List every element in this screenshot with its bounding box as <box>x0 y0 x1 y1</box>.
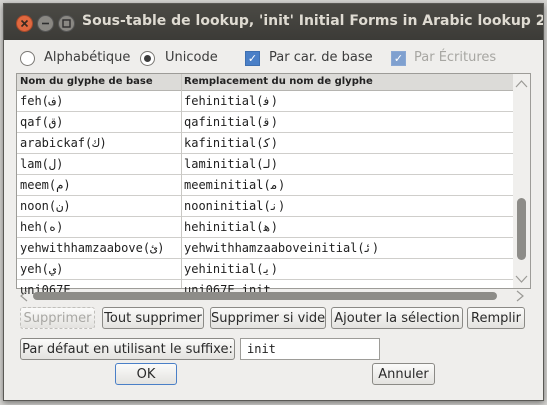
base-glyph-cell: arabickaf(ك) <box>20 136 107 150</box>
table-row[interactable]: meem(م) meeminitial(ﻣ) <box>17 175 513 196</box>
horizontal-scroll-thumb[interactable] <box>33 292 497 300</box>
column-divider[interactable] <box>181 74 182 288</box>
par-defaut-suffixe-button[interactable]: Par défaut en utilisant le suffixe: <box>20 338 235 360</box>
base-glyph-cell: noon(ن) <box>20 199 71 213</box>
table-row[interactable]: yeh(ي) yehinitial(ﻳ) <box>17 259 513 280</box>
title-bar: Sous-table de lookup, 'init' Initial For… <box>4 4 543 40</box>
scroll-left-arrow-icon[interactable] <box>18 288 30 304</box>
ajouter-selection-button[interactable]: Ajouter la sélection <box>331 307 463 329</box>
vertical-scrollbar[interactable] <box>513 74 530 288</box>
close-icon <box>20 19 29 28</box>
annuler-button[interactable]: Annuler <box>372 363 435 385</box>
checkmark-icon[interactable]: ✓ <box>391 51 406 66</box>
table-row[interactable]: feh(ف) fehinitial(ﻓ) <box>17 91 513 112</box>
radio-button-icon[interactable] <box>20 51 35 66</box>
base-glyph-cell: yehwithhamzaabove(ئ) <box>20 241 165 255</box>
minimize-icon <box>42 22 49 25</box>
suffix-input[interactable]: init <box>240 338 380 360</box>
table-row[interactable]: yehwithhamzaabove(ئ) yehwithhamzaaboveini… <box>17 238 513 259</box>
replacement-cell: qafinitial(ﻗ) <box>184 115 278 129</box>
base-glyph-cell: feh(ف) <box>20 94 64 108</box>
supprimer-si-vide-button[interactable]: Supprimer si vide <box>210 307 326 329</box>
replacement-cell: yehwithhamzaaboveinitial(ﺋ) <box>184 241 380 255</box>
scroll-down-arrow-icon[interactable] <box>513 273 530 285</box>
checkbox-par-ecritures-label: Par Écritures <box>414 50 497 65</box>
close-button[interactable] <box>16 15 33 32</box>
base-glyph-cell: meem(م) <box>20 178 71 192</box>
vertical-scroll-thumb[interactable] <box>517 198 526 260</box>
radio-unicode-label: Unicode <box>165 50 218 65</box>
replacement-cell: laminitial(ﻟ) <box>184 157 278 171</box>
table-row[interactable]: arabickaf(ك) kafinitial(ﻛ) <box>17 133 513 154</box>
checkbox-par-car-base-label: Par car. de base <box>269 50 373 65</box>
column-header-base-glyph[interactable]: Nom du glyphe de base <box>20 76 153 87</box>
table-row[interactable]: heh(ه) hehinitial(ﻫ) <box>17 217 513 238</box>
ok-button[interactable]: OK <box>115 363 177 385</box>
checkmark-icon[interactable]: ✓ <box>245 51 260 66</box>
supprimer-button[interactable]: Supprimer <box>20 307 95 329</box>
radio-alphabetique-label: Alphabétique <box>44 50 131 65</box>
tout-supprimer-button[interactable]: Tout supprimer <box>102 307 204 329</box>
replacement-cell: fehinitial(ﻓ) <box>184 94 278 108</box>
column-header-replacement[interactable]: Remplacement du nom de glyphe <box>184 76 373 87</box>
base-glyph-cell: qaf(ق) <box>20 115 64 129</box>
base-glyph-cell: lam(ل) <box>20 157 64 171</box>
dialog-window: Sous-table de lookup, 'init' Initial For… <box>3 3 544 401</box>
replacement-cell: yehinitial(ﻳ) <box>184 262 278 276</box>
table-row[interactable]: lam(ل) laminitial(ﻟ) <box>17 154 513 175</box>
remplir-button[interactable]: Remplir <box>467 307 525 329</box>
radio-button-selected-icon[interactable] <box>140 51 155 66</box>
maximize-icon <box>62 19 71 28</box>
table-row[interactable]: noon(ن) nooninitial(ﻧ) <box>17 196 513 217</box>
replacement-cell: kafinitial(ﻛ) <box>184 136 278 150</box>
horizontal-scrollbar[interactable] <box>16 288 529 304</box>
base-glyph-cell: heh(ه) <box>20 220 64 234</box>
glyph-substitution-table[interactable]: Nom du glyphe de base Remplacement du no… <box>16 73 531 297</box>
scroll-up-arrow-icon[interactable] <box>513 78 530 90</box>
base-glyph-cell: yeh(ي) <box>20 262 64 276</box>
replacement-cell: nooninitial(ﻧ) <box>184 199 286 213</box>
table-row[interactable]: qaf(ق) qafinitial(ﻗ) <box>17 112 513 133</box>
window-title: Sous-table de lookup, 'init' Initial For… <box>82 13 544 29</box>
replacement-cell: meeminitial(ﻣ) <box>184 178 286 192</box>
maximize-button[interactable] <box>58 15 75 32</box>
minimize-button[interactable] <box>37 15 54 32</box>
replacement-cell: hehinitial(ﻫ) <box>184 220 278 234</box>
scroll-right-arrow-icon[interactable] <box>514 288 526 304</box>
table-header: Nom du glyphe de base Remplacement du no… <box>17 74 513 91</box>
